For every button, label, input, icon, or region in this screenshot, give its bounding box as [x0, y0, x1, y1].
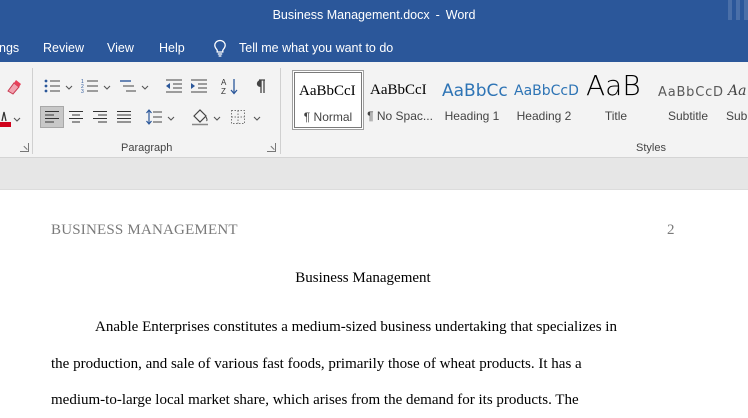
- tell-me-search[interactable]: Tell me what you want to do: [239, 41, 393, 55]
- justify-icon[interactable]: [112, 106, 136, 128]
- style-sample: AaBbCcI: [370, 82, 427, 98]
- style-subtitle[interactable]: AaBbCcD Subtitle: [652, 70, 724, 130]
- borders-icon[interactable]: [226, 106, 250, 128]
- align-center-icon[interactable]: [64, 106, 88, 128]
- window-controls-icon[interactable]: [714, 0, 748, 34]
- svg-text:Z: Z: [221, 87, 226, 95]
- menu-tab-help[interactable]: Help: [159, 41, 185, 55]
- numbering-icon[interactable]: 123: [78, 75, 102, 97]
- style-sample: AaBbCcI: [299, 83, 356, 99]
- style-name: ¶ Normal: [303, 110, 353, 124]
- svg-text:3: 3: [81, 89, 84, 94]
- style-sample: AaBbCc: [442, 81, 508, 101]
- styles-gallery: AaBbCcI ¶ Normal AaBbCcI ¶ No Spac... Aa…: [290, 70, 748, 132]
- document-name: Business Management.docx: [272, 8, 430, 22]
- paragraph-line: the production, and sale of various fast…: [51, 356, 582, 372]
- styles-group-label: Styles: [636, 142, 666, 154]
- font-dialog-launcher-icon[interactable]: [20, 143, 29, 152]
- lightbulb-icon[interactable]: [212, 39, 228, 57]
- style-heading-1[interactable]: AaBbCc Heading 1: [436, 70, 508, 130]
- paragraph-line: medium-to-large local market share, whic…: [51, 392, 579, 408]
- align-left-icon[interactable]: [40, 106, 64, 128]
- style-normal[interactable]: AaBbCcI ¶ Normal: [292, 70, 364, 130]
- style-no-spacing[interactable]: AaBbCcI ¶ No Spac...: [364, 70, 436, 130]
- ribbon-divider: [280, 68, 281, 154]
- menu-bar: ngs Review View Help Tell me what you wa…: [0, 34, 748, 62]
- document-page[interactable]: BUSINESS MANAGEMENT 2 Business Managemen…: [0, 190, 748, 418]
- line-spacing-icon[interactable]: [142, 106, 166, 128]
- style-sample: AaBbCcD: [514, 83, 579, 99]
- paragraph-group-label: Paragraph: [121, 142, 173, 154]
- page-number: 2: [667, 222, 675, 238]
- style-name: Heading 1: [444, 109, 500, 123]
- bullets-icon[interactable]: [40, 75, 64, 97]
- chevron-down-icon[interactable]: [213, 114, 221, 122]
- style-sample: Aa: [728, 83, 747, 99]
- align-right-icon[interactable]: [88, 106, 112, 128]
- chevron-down-icon[interactable]: [13, 115, 21, 123]
- ruler-area: [0, 158, 748, 190]
- style-title[interactable]: AaB Title: [580, 70, 652, 130]
- style-name: ¶ No Spac...: [367, 109, 433, 123]
- ribbon-divider: [32, 68, 33, 154]
- style-subtle-emphasis[interactable]: Aa Sub: [724, 70, 748, 130]
- ribbon: 123 AZ Paragraph AaBbCcI ¶ Normal AaBbCc…: [0, 62, 748, 158]
- menu-tab-settings[interactable]: ngs: [0, 41, 19, 55]
- style-heading-2[interactable]: AaBbCcD Heading 2: [508, 70, 580, 130]
- increase-indent-icon[interactable]: [187, 75, 211, 97]
- chevron-down-icon[interactable]: [65, 83, 73, 91]
- style-name: Title: [604, 109, 628, 123]
- document-title: Business Management: [295, 270, 431, 286]
- title-separator: -: [435, 8, 440, 22]
- menu-tab-review[interactable]: Review: [43, 41, 84, 55]
- chevron-down-icon[interactable]: [253, 114, 261, 122]
- chevron-down-icon[interactable]: [103, 83, 111, 91]
- menu-tab-view[interactable]: View: [107, 41, 134, 55]
- window-title: Business Management.docx - Word: [0, 8, 748, 22]
- decrease-indent-icon[interactable]: [162, 75, 186, 97]
- paragraph-dialog-launcher-icon[interactable]: [267, 143, 276, 152]
- style-name: Subtitle: [667, 109, 709, 123]
- style-name: Heading 2: [516, 109, 572, 123]
- multilevel-list-icon[interactable]: [116, 75, 140, 97]
- shading-icon[interactable]: [188, 106, 212, 128]
- chevron-down-icon[interactable]: [141, 83, 149, 91]
- sort-icon[interactable]: AZ: [218, 75, 242, 97]
- page-header-text: BUSINESS MANAGEMENT: [51, 222, 238, 238]
- pilcrow-icon[interactable]: [248, 75, 272, 97]
- paragraph-line: Anable Enterprises constitutes a medium-…: [95, 319, 617, 335]
- svg-text:A: A: [221, 78, 227, 87]
- chevron-down-icon[interactable]: [167, 114, 175, 122]
- highlight-pen-icon[interactable]: [2, 76, 26, 98]
- style-sample: AaBbCcD: [658, 85, 724, 100]
- style-name: Sub: [726, 109, 748, 123]
- style-sample: AaB: [586, 70, 641, 102]
- title-bar: Business Management.docx - Word: [0, 0, 748, 34]
- app-name: Word: [445, 8, 476, 22]
